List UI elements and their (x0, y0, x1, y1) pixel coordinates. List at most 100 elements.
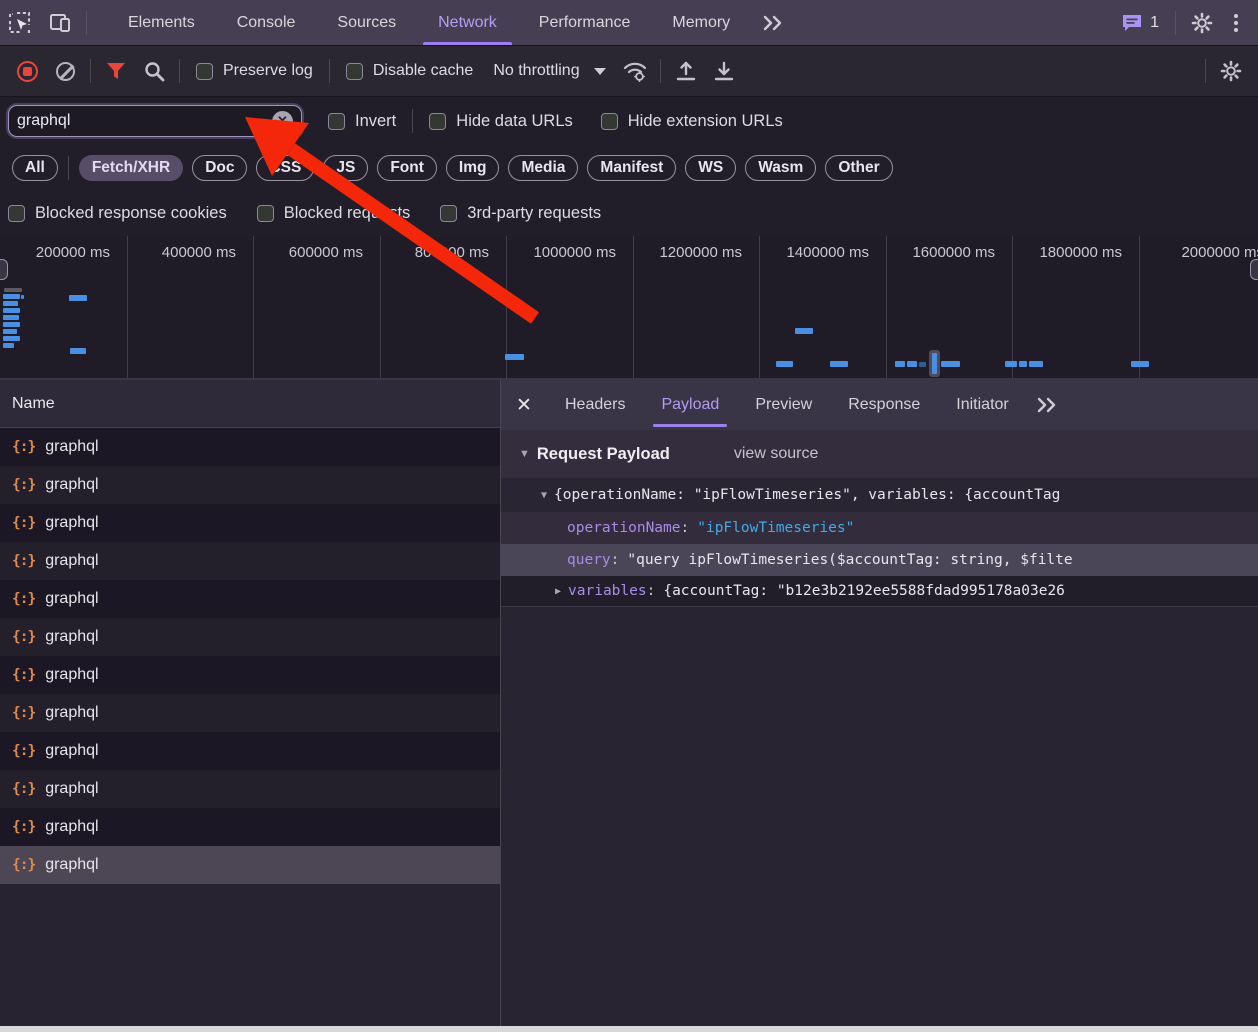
invert-checkbox[interactable]: Invert (328, 112, 396, 131)
fetch-xhr-icon: {:} (12, 515, 35, 531)
payload-variables-row[interactable]: ▶ variables: {accountTag: "b12e3b2192ee5… (501, 576, 1258, 607)
chip-manifest[interactable]: Manifest (587, 155, 676, 181)
timeline-bar (1005, 361, 1017, 367)
third-party-requests-checkbox[interactable]: 3rd-party requests (440, 204, 601, 223)
request-row[interactable]: {:}graphql (0, 656, 500, 694)
device-toolbar-icon[interactable] (43, 8, 77, 38)
divider (86, 11, 87, 35)
request-row[interactable]: {:}graphql (0, 770, 500, 808)
network-conditions-icon[interactable] (620, 56, 650, 86)
timeline-bar (830, 361, 848, 367)
blocked-response-cookies-checkbox[interactable]: Blocked response cookies (8, 204, 227, 223)
payload-operation-row[interactable]: operationName: "ipFlowTimeseries" (501, 512, 1258, 544)
settings-gear-icon[interactable] (1185, 8, 1219, 38)
tab-performance[interactable]: Performance (518, 0, 652, 45)
timeline-right-handle[interactable] (1250, 259, 1258, 280)
chip-ws[interactable]: WS (685, 155, 736, 181)
tab-headers[interactable]: Headers (547, 380, 643, 430)
colon: : (611, 552, 620, 568)
timeline-bar (919, 362, 926, 367)
request-row[interactable]: {:}graphql (0, 618, 500, 656)
export-har-icon[interactable] (709, 56, 739, 86)
timeline-overview[interactable]: 200000 ms400000 ms600000 ms800000 ms1000… (0, 236, 1258, 380)
chip-all[interactable]: All (12, 155, 58, 181)
chip-media[interactable]: Media (508, 155, 578, 181)
record-button[interactable] (12, 56, 42, 86)
timeline-left-handle[interactable] (0, 259, 8, 280)
timeline-bar (505, 354, 524, 360)
tab-memory[interactable]: Memory (651, 0, 751, 45)
chip-fetch-xhr[interactable]: Fetch/XHR (79, 155, 183, 181)
divider (1175, 11, 1176, 35)
timeline-tick-label: 1600000 ms (912, 244, 995, 261)
more-tabs-icon[interactable] (751, 15, 795, 31)
request-row[interactable]: {:}graphql (0, 428, 500, 466)
timeline-bar (21, 295, 24, 299)
view-source-link[interactable]: view source (734, 445, 818, 463)
search-icon[interactable] (139, 56, 169, 86)
tab-sources[interactable]: Sources (316, 0, 417, 45)
invert-label: Invert (355, 112, 396, 131)
chip-wasm[interactable]: Wasm (745, 155, 816, 181)
request-name: graphql (45, 438, 98, 456)
chip-font[interactable]: Font (377, 155, 437, 181)
issues-badge[interactable]: 1 (1121, 13, 1159, 33)
import-har-icon[interactable] (671, 56, 701, 86)
request-row[interactable]: {:}graphql (0, 542, 500, 580)
preserve-log-checkbox[interactable]: Preserve log (196, 62, 313, 80)
request-row[interactable]: {:}graphql (0, 732, 500, 770)
filter-toggle-icon[interactable] (101, 56, 131, 86)
chip-img[interactable]: Img (446, 155, 500, 181)
fetch-xhr-icon: {:} (12, 705, 35, 721)
clear-filter-icon[interactable]: ✕ (272, 111, 293, 132)
inspect-element-icon[interactable] (3, 8, 37, 38)
request-row[interactable]: {:} graphql (0, 466, 500, 504)
hide-data-urls-label: Hide data URLs (456, 112, 572, 131)
chip-css[interactable]: CSS (256, 155, 314, 181)
payload-query-row-selected[interactable]: query: "query ipFlowTimeseries($accountT… (501, 544, 1258, 576)
collapse-triangle-icon[interactable]: ▼ (541, 490, 547, 501)
tab-initiator[interactable]: Initiator (938, 380, 1026, 430)
fetch-xhr-icon: {:} (12, 477, 35, 493)
more-detail-tabs-icon[interactable] (1035, 397, 1059, 413)
request-row[interactable]: {:}graphql (0, 580, 500, 618)
tab-preview[interactable]: Preview (737, 380, 830, 430)
json-key: query (567, 552, 611, 568)
timeline-tick-label: 1400000 ms (786, 244, 869, 261)
clear-button[interactable] (50, 56, 80, 86)
divider (179, 59, 180, 83)
chip-js[interactable]: JS (323, 155, 368, 181)
expand-triangle-icon[interactable]: ▶ (555, 586, 561, 597)
network-settings-gear-icon[interactable] (1216, 56, 1246, 86)
requests-panel: Name {:}graphql {:}graphql {:}graphql {:… (0, 380, 501, 1026)
request-name: graphql (45, 476, 98, 494)
request-row[interactable]: {:}graphql (0, 504, 500, 542)
chip-other[interactable]: Other (825, 155, 892, 181)
request-row[interactable]: {:}graphql (0, 694, 500, 732)
request-row[interactable]: {:}graphql (0, 808, 500, 846)
request-row-selected[interactable]: {:}graphql (0, 846, 500, 884)
name-column-header[interactable]: Name (0, 380, 500, 428)
throttling-select[interactable]: No throttling (493, 62, 605, 80)
divider (329, 59, 330, 83)
kebab-menu-icon[interactable] (1222, 14, 1250, 32)
payload-root-row[interactable]: ▼ {operationName: "ipFlowTimeseries", va… (501, 478, 1258, 512)
close-icon[interactable]: ✕ (501, 394, 547, 417)
tab-network[interactable]: Network (417, 0, 518, 45)
hide-data-urls-checkbox[interactable]: Hide data URLs (429, 112, 572, 131)
collapse-triangle-icon[interactable]: ▼ (519, 448, 530, 460)
hide-extension-urls-checkbox[interactable]: Hide extension URLs (601, 112, 783, 131)
disable-cache-checkbox[interactable]: Disable cache (346, 62, 474, 80)
tab-console[interactable]: Console (216, 0, 317, 45)
filter-text-field[interactable] (17, 112, 272, 130)
window-bottom-edge (0, 1026, 1258, 1032)
request-name: graphql (45, 666, 98, 684)
tab-response[interactable]: Response (830, 380, 938, 430)
request-payload-section[interactable]: ▼ Request Payload view source (501, 430, 1258, 478)
issues-count: 1 (1150, 14, 1159, 32)
tab-elements[interactable]: Elements (107, 0, 216, 45)
chip-doc[interactable]: Doc (192, 155, 247, 181)
tab-payload[interactable]: Payload (643, 380, 737, 430)
blocked-requests-checkbox[interactable]: Blocked requests (257, 204, 411, 223)
filter-input[interactable]: ✕ (8, 105, 302, 137)
